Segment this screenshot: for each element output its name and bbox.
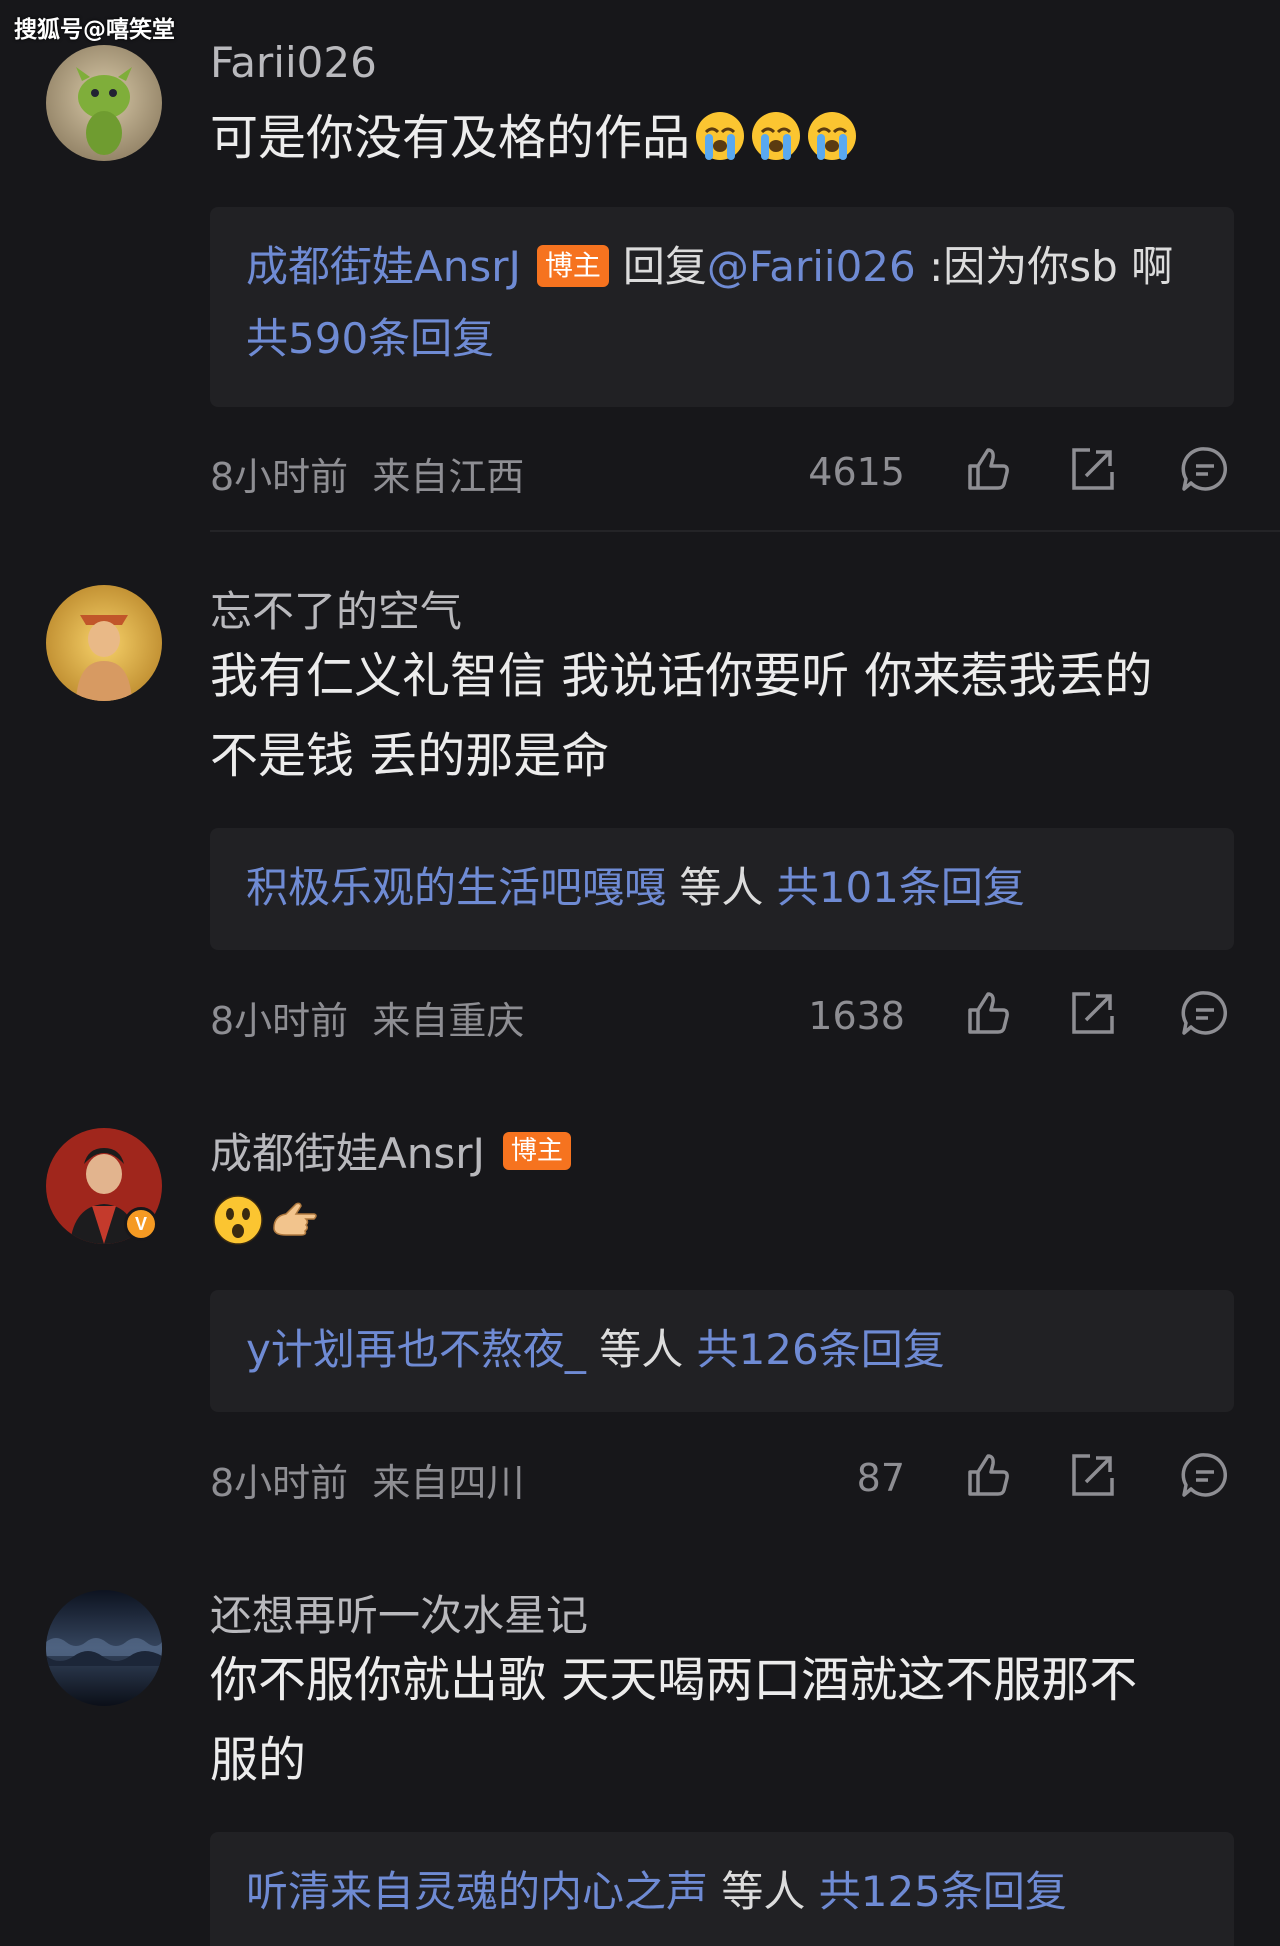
share-icon[interactable] (1068, 444, 1118, 494)
comment-text-line: 我有仁义礼智信 我说话你要听 你来惹我丢的 (210, 648, 1153, 704)
avatar[interactable] (46, 45, 162, 161)
reply-others: 等人 (666, 863, 777, 912)
comment-text-line: 服的 (210, 1732, 307, 1788)
comment-icon[interactable] (1180, 444, 1230, 494)
crying-face-icon (808, 112, 857, 160)
crying-face-icon (752, 112, 801, 160)
thumbs-up-icon[interactable] (962, 1450, 1012, 1500)
location-text: 来自重庆 (372, 999, 525, 1043)
timestamp: 8小时前 来自四川 (210, 1452, 524, 1507)
host-badge: 博主 (536, 245, 609, 287)
username-text: 忘不了的空气 (210, 587, 463, 636)
username[interactable]: Farii026 (210, 38, 377, 87)
location-text: 来自江西 (372, 455, 525, 499)
reply-text: :因为你sb 啊 (915, 242, 1174, 291)
comment-content (210, 1182, 1230, 1262)
comment-text-line: 你不服你就出歌 天天喝两口酒就这不服那不 (210, 1652, 1138, 1708)
verified-badge: V (124, 1207, 158, 1241)
reply-word: 回复 (622, 242, 707, 291)
share-icon[interactable] (1068, 1450, 1118, 1500)
comment-content: 我有仁义礼智信 我说话你要听 你来惹我丢的 不是钱 丢的那是命 (210, 636, 1230, 796)
username[interactable]: 还想再听一次水星记 (210, 1582, 588, 1643)
reply-total-text: 共590条回复 (246, 314, 495, 363)
username-text: 还想再听一次水星记 (210, 1591, 589, 1640)
time-text: 8小时前 (210, 455, 349, 499)
reply-others: 等人 (708, 1867, 819, 1916)
reply-total-text[interactable]: 共125条回复 (819, 1867, 1067, 1916)
reply-mention[interactable]: @Farii026 (707, 242, 916, 291)
reply-author[interactable]: y计划再也不熬夜_ (246, 1325, 586, 1374)
location-text: 来自四川 (372, 1461, 525, 1505)
reply-preview[interactable]: 成都街娃AnsrJ 博主 回复@Farii026 :因为你sb 啊 共590条回复 (210, 207, 1234, 407)
reply-preview[interactable]: y计划再也不熬夜_ 等人 共126条回复 (210, 1290, 1234, 1412)
time-text: 8小时前 (210, 1461, 349, 1505)
username[interactable]: 忘不了的空气 (210, 578, 462, 639)
avatar[interactable] (46, 585, 162, 701)
watermark: 搜狐号@嘻笑堂 (14, 17, 175, 43)
comment-meta: 8小时前 来自重庆 1638 (210, 984, 1230, 1044)
reply-line: 成都街娃AnsrJ 博主 回复@Farii026 :因为你sb 啊 (246, 231, 1198, 303)
comment-content: 你不服你就出歌 天天喝两口酒就这不服那不 服的 (210, 1640, 1230, 1800)
share-icon[interactable] (1068, 988, 1118, 1038)
like-count: 1638 (808, 994, 905, 1038)
comment-text-line: 不是钱 丢的那是命 (210, 728, 610, 784)
reply-others: 等人 (585, 1325, 697, 1374)
pointing-hand-icon (273, 1202, 317, 1236)
reply-total-text[interactable]: 共126条回复 (697, 1325, 945, 1374)
reply-preview[interactable]: 听清来自灵魂的内心之声 等人 共125条回复 (210, 1832, 1234, 1946)
avatar[interactable] (46, 1590, 162, 1706)
comment-text: 可是你没有及格的作品 (210, 110, 691, 166)
thumbs-up-icon[interactable] (962, 444, 1012, 494)
username-text: 成都街娃AnsrJ (210, 1129, 485, 1178)
comment-icon[interactable] (1180, 1450, 1230, 1500)
like-count: 87 (856, 1456, 905, 1500)
comment-content: 可是你没有及格的作品 (210, 98, 1230, 178)
time-text: 8小时前 (210, 999, 349, 1043)
timestamp: 8小时前 来自江西 (210, 446, 524, 501)
reply-author[interactable]: 积极乐观的生活吧嘎嘎 (246, 863, 666, 912)
comment-icon[interactable] (1180, 988, 1230, 1038)
comment-meta: 8小时前 来自四川 87 (210, 1446, 1230, 1506)
comment-meta: 8小时前 来自江西 4615 (210, 440, 1230, 500)
timestamp: 8小时前 来自重庆 (210, 990, 524, 1045)
crying-face-icon (696, 112, 745, 160)
username-text: Farii026 (210, 38, 377, 87)
divider (210, 530, 1280, 532)
surprised-face-icon (213, 1195, 263, 1245)
host-badge: 博主 (502, 1131, 571, 1170)
reply-author[interactable]: 成都街娃AnsrJ (246, 242, 521, 291)
username[interactable]: 成都街娃AnsrJ 博主 (210, 1120, 571, 1181)
reply-total-text[interactable]: 共101条回复 (777, 863, 1025, 912)
reply-total[interactable]: 共590条回复 (246, 303, 1198, 375)
reply-preview[interactable]: 积极乐观的生活吧嘎嘎 等人 共101条回复 (210, 828, 1234, 950)
like-count: 4615 (808, 450, 905, 494)
thumbs-up-icon[interactable] (962, 988, 1012, 1038)
reply-author[interactable]: 听清来自灵魂的内心之声 (246, 1867, 708, 1916)
